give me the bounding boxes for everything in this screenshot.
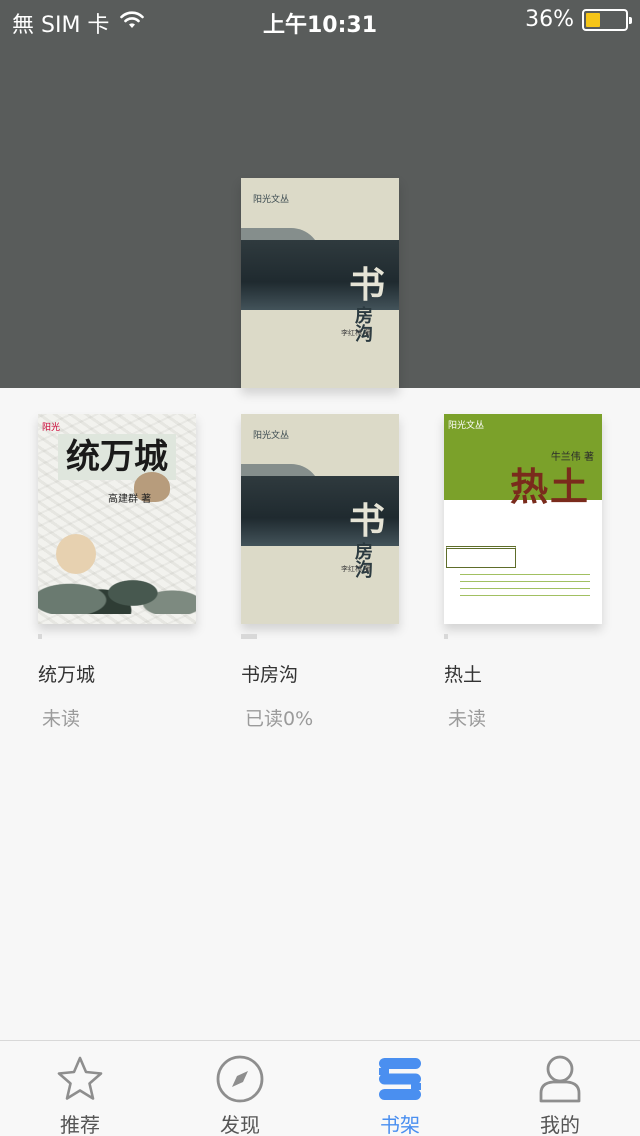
book-status: 未读 <box>42 708 81 730</box>
reading-progress-bar <box>444 634 602 639</box>
person-icon <box>480 1053 640 1105</box>
tab-label: 推荐 <box>60 1113 100 1136</box>
book-cover[interactable]: 阳光 统万城 高建群 著 <box>38 414 196 624</box>
cover-author: 李红林 著 <box>341 329 372 337</box>
star-icon <box>0 1053 160 1105</box>
book-title: 热土 <box>444 664 483 686</box>
cover-logo: 阳光文丛 <box>448 421 485 431</box>
book-cover[interactable]: 阳光文丛 牛兰伟 著 热土 <box>444 414 602 624</box>
status-bar: 無 SIM 卡 上午10:31 36% <box>0 0 640 40</box>
battery-icon <box>582 8 632 31</box>
cover-logo: 阳光 <box>42 423 61 433</box>
book-cover[interactable]: 阳光文丛 书 房沟 李红林 著 <box>241 414 399 624</box>
cover-title-large: 书 <box>348 500 385 542</box>
cover-title-large: 书 <box>348 264 385 306</box>
tab-label: 书架 <box>380 1113 420 1136</box>
tab-bookshelf[interactable]: 书架 <box>320 1041 480 1136</box>
bookshelf-icon <box>320 1053 480 1105</box>
header-banner: 無 SIM 卡 上午10:31 36% 阳光文丛 书 房沟 李红林 著 <box>0 0 640 388</box>
cover-title: 热土 <box>510 464 591 509</box>
cover-logo: 阳光文丛 <box>253 431 290 441</box>
compass-icon <box>160 1053 320 1105</box>
reading-progress-bar <box>38 634 196 639</box>
cover-author: 高建群 著 <box>108 494 152 505</box>
book-title: 统万城 <box>38 664 96 686</box>
battery-percent: 36% <box>525 7 574 32</box>
tab-label: 我的 <box>540 1113 580 1136</box>
tab-mine[interactable]: 我的 <box>480 1041 640 1136</box>
battery-level <box>586 12 600 27</box>
book-title: 书房沟 <box>241 664 299 686</box>
reading-progress-bar <box>241 634 399 639</box>
tab-recommend[interactable]: 推荐 <box>0 1041 160 1136</box>
book-status: 已读0% <box>245 708 314 730</box>
bottom-tab-bar: 推荐 发现 书架 我的 <box>0 1040 640 1136</box>
book-status: 未读 <box>448 708 487 730</box>
featured-book-cover[interactable]: 阳光文丛 书 房沟 李红林 著 <box>241 178 399 388</box>
tab-discover[interactable]: 发现 <box>160 1041 320 1136</box>
cover-author: 李红林 著 <box>341 565 372 573</box>
cover-logo: 阳光文丛 <box>253 195 290 205</box>
tab-label: 发现 <box>220 1113 260 1136</box>
